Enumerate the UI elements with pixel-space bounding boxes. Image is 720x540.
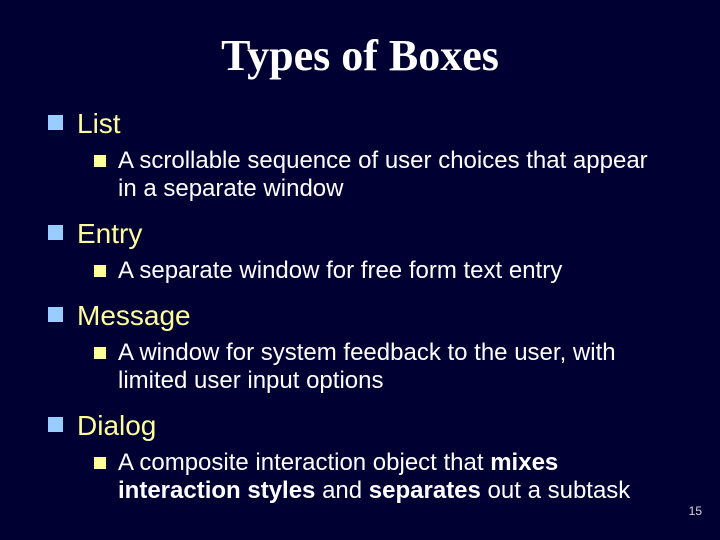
list-item: Message A window for system feedback to … [48,299,680,395]
item-description: A scrollable sequence of user choices th… [118,147,670,204]
square-bullet-icon [48,307,63,322]
sub-list-item: A composite interaction object that mixe… [94,449,670,506]
square-bullet-icon [48,417,63,432]
list-item: Dialog A composite interaction object th… [48,409,680,505]
item-label: List [77,107,121,141]
item-description: A composite interaction object that mixe… [118,449,670,506]
sub-list-item: A scrollable sequence of user choices th… [94,147,670,204]
square-bullet-icon [94,457,106,469]
item-label: Entry [77,217,142,251]
list-item: List A scrollable sequence of user choic… [48,107,680,203]
square-bullet-icon [94,265,106,277]
slide: Types of Boxes List A scrollable sequenc… [0,0,720,540]
sub-list-item: A separate window for free form text ent… [94,257,670,285]
bullet-list: List A scrollable sequence of user choic… [40,107,680,506]
square-bullet-icon [48,225,63,240]
slide-title: Types of Boxes [40,30,680,81]
item-label: Message [77,299,191,333]
square-bullet-icon [94,347,106,359]
square-bullet-icon [48,115,63,130]
item-description: A separate window for free form text ent… [118,257,562,285]
slide-number: 15 [689,504,702,518]
item-description: A window for system feedback to the user… [118,339,670,396]
list-item: Entry A separate window for free form te… [48,217,680,285]
item-label: Dialog [77,409,156,443]
square-bullet-icon [94,155,106,167]
sub-list-item: A window for system feedback to the user… [94,339,670,396]
